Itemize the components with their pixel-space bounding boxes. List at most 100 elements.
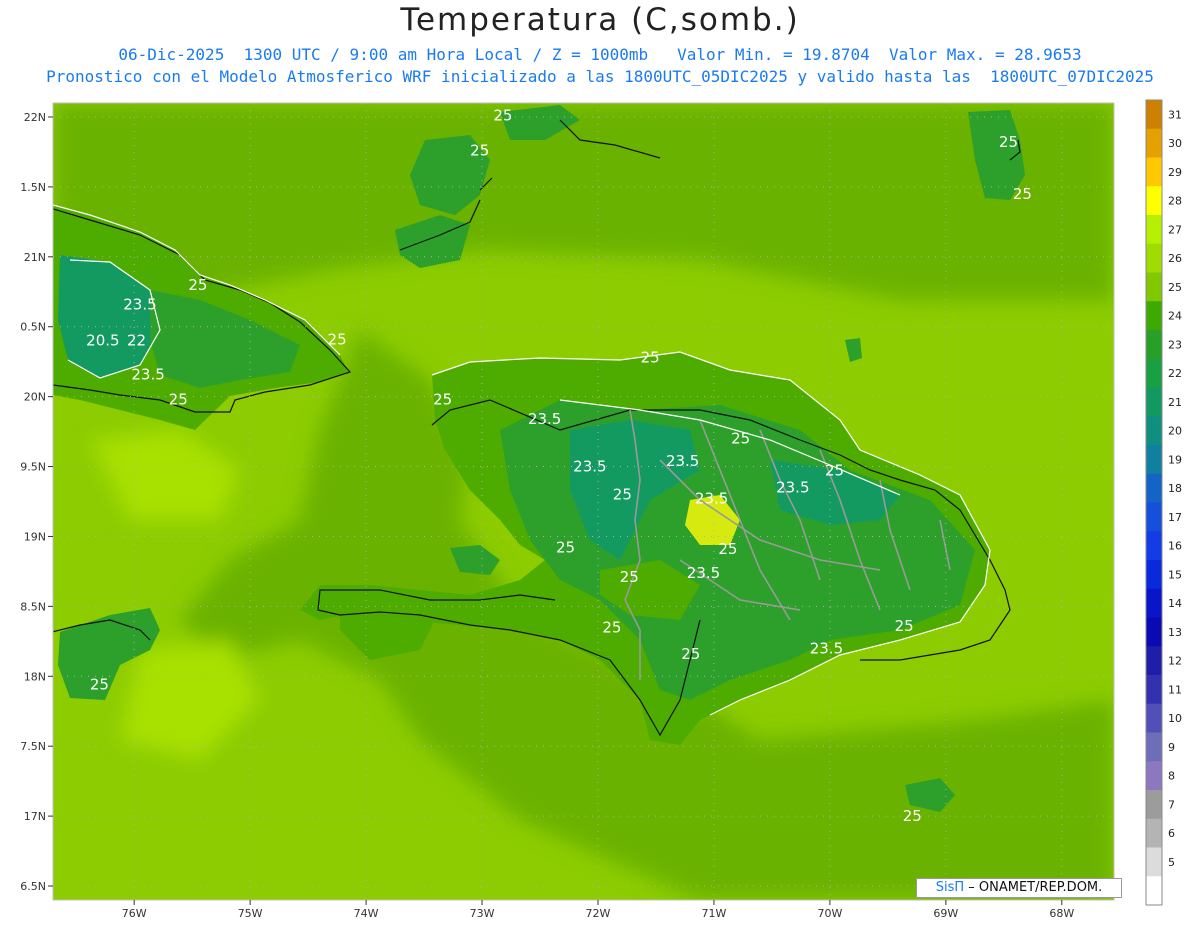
lat-tick-label-4: 20N	[24, 391, 46, 404]
credit-brand: SisΠ	[935, 880, 965, 895]
contour-label-11: 25	[641, 348, 660, 366]
colorbar-label-5: 26	[1168, 252, 1182, 265]
colorbar-label-12: 19	[1168, 453, 1182, 466]
lat-tick-label-5: 9.5N	[20, 461, 46, 474]
colorbar-swatch-3	[1146, 186, 1162, 216]
colorbar-swatch-27	[1146, 876, 1162, 906]
lon-tick-label-6: 70W	[817, 907, 842, 920]
colorbar-label-20: 11	[1168, 683, 1182, 696]
colorbar-label-11: 20	[1168, 425, 1182, 438]
contour-label-30: 25	[903, 807, 922, 825]
colorbar-swatch-15	[1146, 531, 1162, 561]
lon-tick-label-8: 68W	[1049, 907, 1074, 920]
colorbar-label-8: 23	[1168, 338, 1182, 351]
contour-label-26: 25	[602, 618, 621, 636]
contour-label-23: 23.5	[687, 564, 720, 582]
contour-label-7: 22	[127, 332, 146, 350]
colorbar-label-26: 5	[1168, 856, 1175, 869]
lat-tick-label-0: 22N	[24, 111, 46, 124]
contour-label-9: 23.5	[131, 365, 164, 383]
contour-label-4: 25	[188, 276, 207, 294]
contour-label-28: 23.5	[810, 639, 843, 657]
contour-label-15: 23.5	[573, 458, 606, 476]
colorbar-swatch-11	[1146, 416, 1162, 446]
lon-tick-label-1: 75W	[238, 907, 263, 920]
contour-label-29: 25	[90, 676, 109, 694]
colorbar-swatch-2	[1146, 157, 1162, 187]
contour-label-25: 25	[895, 617, 914, 635]
lat-tick-label-10: 17N	[24, 810, 46, 823]
contour-label-3: 25	[1013, 185, 1032, 203]
latitude-axis: 22N 1.5N 21N 0.5N 20N 9.5N 19N 8.5N 18N 7.5N 17N 6.…	[20, 111, 53, 893]
colorbar-swatch-25	[1146, 818, 1162, 848]
lat-tick-label-1: 1.5N	[20, 181, 46, 194]
colorbar-label-15: 16	[1168, 540, 1182, 553]
colorbar-swatch-17	[1146, 588, 1162, 618]
colorbar-swatch-19	[1146, 646, 1162, 676]
colorbar-swatch-9	[1146, 358, 1162, 388]
contour-label-14: 25	[731, 430, 750, 448]
colorbar-label-9: 22	[1168, 367, 1182, 380]
lon-tick-label-3: 73W	[470, 907, 495, 920]
colorbar-swatch-14	[1146, 502, 1162, 532]
lon-tick-label-2: 74W	[354, 907, 379, 920]
colorbar-swatch-12	[1146, 445, 1162, 475]
lat-tick-label-6: 19N	[24, 530, 46, 543]
colorbar-label-21: 10	[1168, 712, 1182, 725]
contour-label-16: 23.5	[666, 452, 699, 470]
colorbar-label-17: 14	[1168, 597, 1182, 610]
contour-label-19: 23.5	[695, 490, 728, 508]
lon-tick-label-4: 72W	[586, 907, 611, 920]
colorbar-swatch-13	[1146, 473, 1162, 503]
lat-tick-label-9: 7.5N	[20, 740, 46, 753]
colorbar-label-3: 28	[1168, 195, 1182, 208]
contour-label-5: 23.5	[123, 295, 156, 313]
colorbar-swatch-10	[1146, 387, 1162, 417]
colorbar-label-7: 24	[1168, 310, 1182, 323]
colorbar-label-2: 29	[1168, 166, 1182, 179]
lat-tick-label-7: 8.5N	[20, 600, 46, 613]
colorbar-label-14: 17	[1168, 511, 1182, 524]
contour-label-12: 25	[433, 390, 452, 408]
colorbar-swatch-6	[1146, 272, 1162, 302]
temperature-colorbar: 31 30 29 28 27 26 25 24 23 22 21 20 19 18 17 16 15 14 13 12…	[1145, 99, 1182, 906]
colorbar-label-24: 7	[1168, 798, 1175, 811]
contour-label-18: 23.5	[776, 479, 809, 497]
colorbar-label-1: 30	[1168, 137, 1182, 150]
contour-label-8: 25	[328, 330, 347, 348]
colorbar-label-22: 9	[1168, 741, 1175, 754]
credit-badge: SisΠ – ONAMET/REP.DOM.	[916, 878, 1122, 898]
colorbar-label-25: 6	[1168, 827, 1175, 840]
colorbar-label-18: 13	[1168, 626, 1182, 639]
colorbar-swatch-22	[1146, 732, 1162, 762]
contour-label-20: 25	[613, 486, 632, 504]
contour-label-2: 25	[999, 133, 1018, 151]
colorbar-label-4: 27	[1168, 223, 1182, 236]
contour-label-22: 25	[556, 539, 575, 557]
colorbar-swatch-8	[1146, 330, 1162, 360]
colorbar-swatch-0	[1146, 100, 1162, 130]
longitude-axis: 76W 75W 74W 73W 72W 71W 70W 69W 68W	[122, 900, 1074, 920]
colorbar-label-10: 21	[1168, 396, 1182, 409]
lon-tick-label-5: 71W	[702, 907, 727, 920]
colorbar-swatch-7	[1146, 301, 1162, 331]
temperature-map: 25 25 25 25 25 23.5 20.5 22 25 23.5 25 25 25 23.5 25 23…	[20, 99, 1182, 920]
colorbar-swatch-16	[1146, 560, 1162, 590]
colorbar-label-16: 15	[1168, 568, 1182, 581]
lon-tick-label-0: 76W	[122, 907, 147, 920]
colorbar-label-6: 25	[1168, 281, 1182, 294]
colorbar-label-23: 8	[1168, 770, 1175, 783]
colorbar-label-13: 18	[1168, 482, 1182, 495]
lat-tick-label-3: 0.5N	[20, 321, 46, 334]
colorbar-swatch-21	[1146, 703, 1162, 733]
colorbar-swatch-5	[1146, 243, 1162, 273]
colorbar-swatch-1	[1146, 128, 1162, 158]
contour-label-17: 25	[825, 462, 844, 480]
contour-label-0: 25	[493, 107, 512, 125]
contour-label-27: 25	[681, 645, 700, 663]
colorbar-swatch-4	[1146, 215, 1162, 245]
lat-tick-label-2: 21N	[24, 251, 46, 264]
colorbar-label-0: 31	[1168, 108, 1182, 121]
colorbar-swatch-26	[1146, 847, 1162, 877]
contour-label-21: 25	[718, 540, 737, 558]
